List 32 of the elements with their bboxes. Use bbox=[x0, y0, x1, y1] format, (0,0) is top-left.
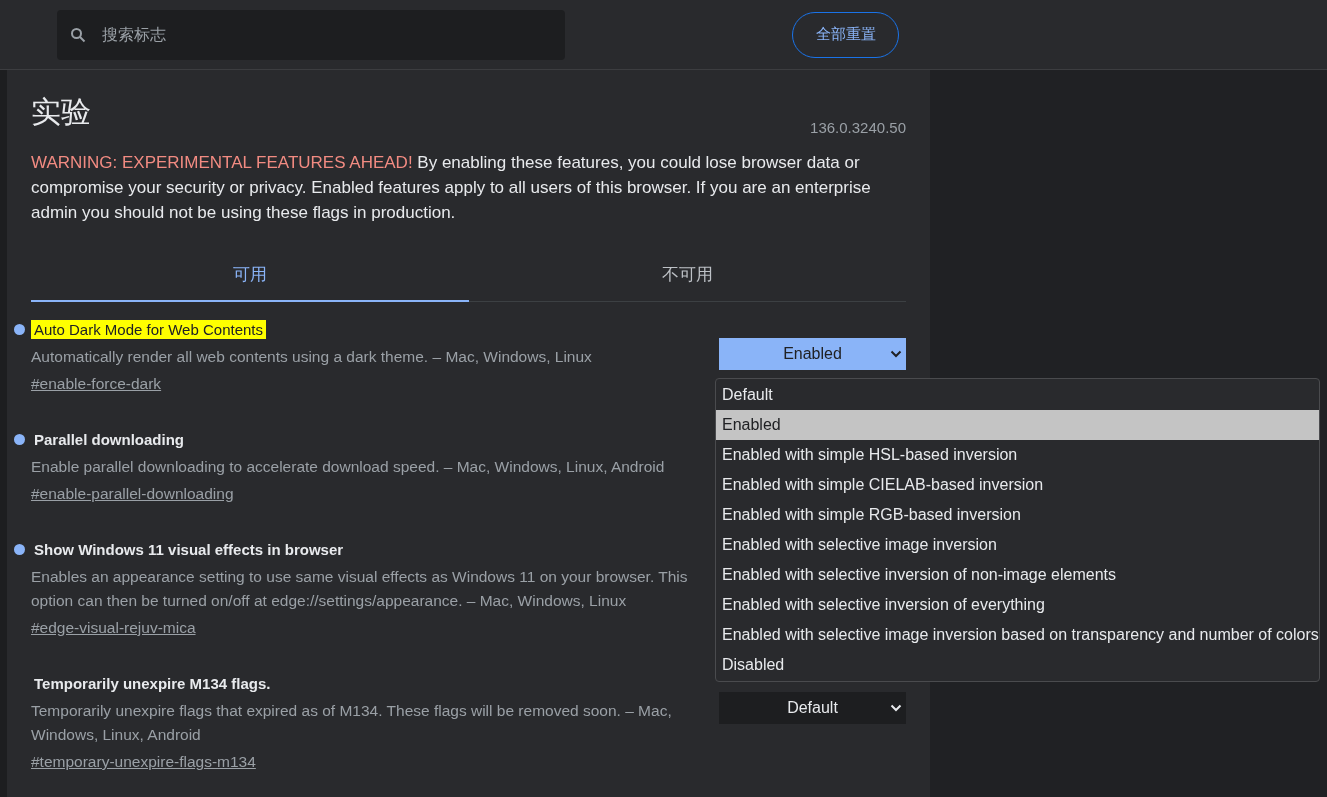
flag-select[interactable]: Default bbox=[719, 692, 906, 724]
flag-title: Parallel downloading bbox=[33, 429, 186, 449]
dropdown-option[interactable]: Enabled with selective inversion of non-image elements bbox=[716, 560, 1319, 590]
dropdown-option[interactable]: Enabled bbox=[716, 410, 1319, 440]
tab[interactable]: 可用 bbox=[31, 253, 469, 302]
flag-link[interactable]: #enable-parallel-downloading bbox=[31, 485, 234, 503]
flag-description: Enables an appearance setting to use same visual effects as Windows 11 on your browser. This option can then be turned on/off at edge://settings/appearance. – Mac, Windows, Linux bbox=[31, 567, 689, 611]
flag-description: Enable parallel downloading to accelerate download speed. – Mac, Windows, Linux, Android bbox=[31, 457, 666, 477]
flag-description: Temporarily unexpire flags that expired as of M134. These flags will be removed soon. – Mac, Windows, Linux, Android bbox=[31, 701, 673, 745]
dropdown-option[interactable]: Enabled with simple HSL-based inversion bbox=[716, 440, 1319, 470]
dropdown-option[interactable]: Enabled with selective inversion of everything bbox=[716, 590, 1319, 620]
search-field[interactable]: 搜索标志 bbox=[57, 9, 565, 60]
dropdown-option[interactable]: Enabled with selective image inversion based on transparency and number of colors bbox=[716, 620, 1319, 650]
tab[interactable]: 不可用 bbox=[468, 253, 906, 302]
dropdown-option[interactable]: Enabled with simple RGB-based inversion bbox=[716, 500, 1319, 530]
flag-description: Automatically render all web contents using a dark theme. – Mac, Windows, Linux bbox=[31, 347, 593, 367]
flag-title: Show Windows 11 visual effects in browser bbox=[33, 539, 345, 559]
flag-title: Auto Dark Mode for Web Contents bbox=[31, 319, 266, 339]
dropdown-option[interactable]: Disabled bbox=[716, 650, 1319, 680]
flag-link[interactable]: #edge-visual-rejuv-mica bbox=[31, 619, 196, 637]
version-number: 136.0.3240.50 bbox=[810, 119, 906, 136]
flag-title: Temporarily unexpire M134 flags. bbox=[33, 673, 272, 693]
dropdown-option[interactable]: Default bbox=[716, 380, 1319, 410]
warning-text: WARNING: EXPERIMENTAL FEATURES AHEAD! By enabling these features, you could lose browser data or compromise your security or privacy. Enabled features apply to all users of this browser. If you are an enterprise admin you should not be using these flags in production. bbox=[31, 152, 872, 224]
caret-icon bbox=[890, 704, 902, 712]
page-title: 实验 bbox=[31, 94, 91, 130]
dropdown-option[interactable]: Enabled with simple CIELAB-based inversion bbox=[716, 470, 1319, 500]
flag-select[interactable]: Enabled bbox=[719, 338, 906, 370]
caret-icon bbox=[890, 350, 902, 358]
dropdown-option[interactable]: Enabled with selective image inversion bbox=[716, 530, 1319, 560]
flag-link[interactable]: #temporary-unexpire-flags-m134 bbox=[31, 753, 256, 771]
flag-link[interactable]: #enable-force-dark bbox=[31, 375, 162, 393]
